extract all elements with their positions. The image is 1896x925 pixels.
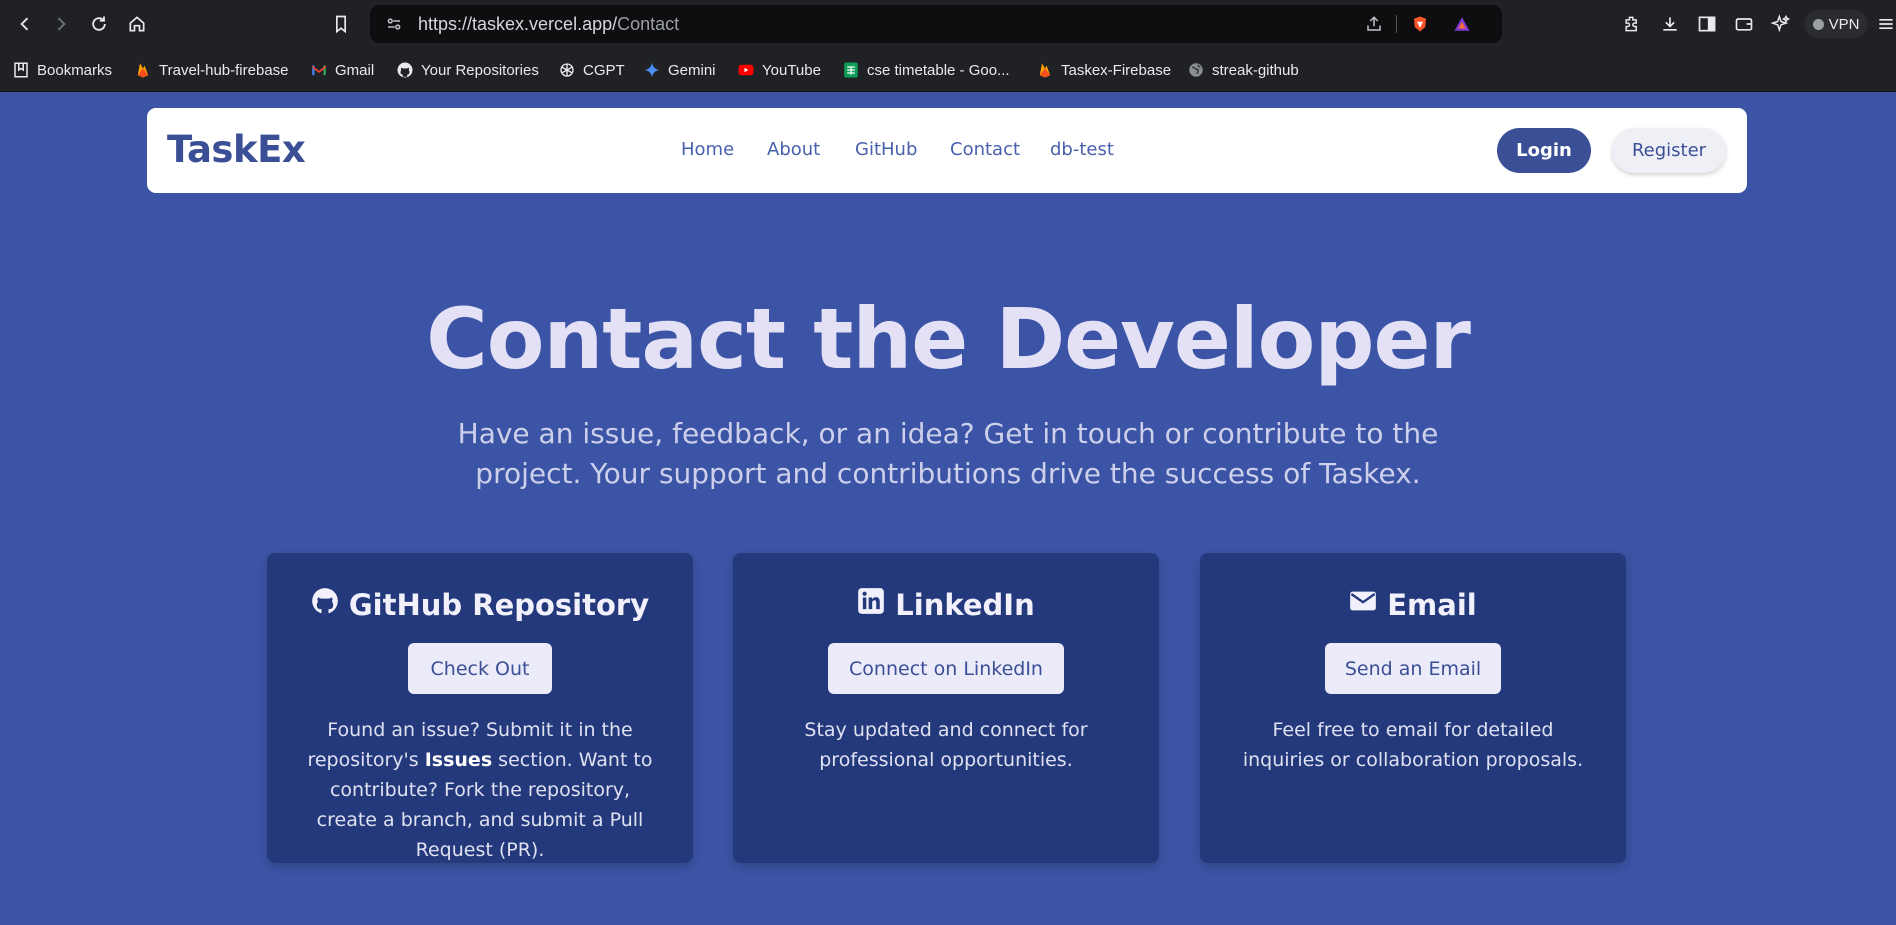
card-heading: GitHub Repository — [267, 587, 693, 622]
card-heading: LinkedIn — [733, 587, 1159, 622]
nav-link-contact[interactable]: Contact — [950, 139, 1020, 160]
chatgpt-icon — [558, 61, 576, 79]
bookmark-item[interactable]: Your Repositories — [396, 58, 539, 82]
gemini-icon — [643, 61, 661, 79]
bookmark-item[interactable]: Travel-hub-firebase — [134, 58, 289, 82]
card-description: Feel free to email for detailed inquirie… — [1242, 719, 1584, 771]
nav-link-db-test[interactable]: db-test — [1050, 139, 1114, 160]
site-logo[interactable]: TaskEx — [167, 128, 306, 171]
bookmarks-icon — [12, 61, 30, 79]
sidebar-icon[interactable] — [1695, 12, 1719, 36]
nav-link-home[interactable]: Home — [681, 139, 734, 160]
nav-link-github[interactable]: GitHub — [855, 139, 917, 160]
github-icon — [311, 587, 339, 622]
site-navbar: TaskEx Home About GitHub Contact db-test… — [147, 108, 1747, 193]
firebase-icon — [1036, 61, 1054, 79]
email-card: Email Send an Email Feel free to email f… — [1200, 553, 1626, 863]
nav-link-about[interactable]: About — [767, 139, 820, 160]
bookmark-label: cse timetable - Goo... — [867, 61, 1010, 79]
login-button[interactable]: Login — [1497, 128, 1591, 173]
bookmark-label: Your Repositories — [421, 61, 539, 79]
card-title: LinkedIn — [895, 587, 1035, 622]
share-icon[interactable] — [1364, 14, 1384, 34]
github-icon — [396, 61, 414, 79]
subtitle-line: Have an issue, feedback, or an idea? Get… — [457, 417, 1439, 450]
reload-button[interactable] — [84, 9, 114, 39]
vpn-label: VPN — [1828, 15, 1860, 33]
vpn-status-icon — [1812, 18, 1824, 30]
bookmark-label: CGPT — [583, 61, 625, 79]
bookmark-item[interactable]: cse timetable - Goo... — [842, 58, 1010, 82]
back-button[interactable] — [10, 9, 40, 39]
bookmark-item[interactable]: Bookmarks — [12, 58, 112, 82]
page-subtitle: Have an issue, feedback, or an idea? Get… — [448, 414, 1448, 494]
firebase-icon — [134, 61, 152, 79]
page-title: Contact the Developer — [426, 290, 1471, 388]
bookmark-label: Taskex-Firebase — [1061, 61, 1172, 79]
bookmark-label: Gmail — [335, 61, 375, 79]
globe-icon — [1187, 61, 1205, 79]
bookmark-label: streak-github — [1212, 61, 1299, 79]
browser-toolbar: https://taskex.vercel.app/Contact VPN — [0, 0, 1896, 48]
downloads-icon[interactable] — [1658, 12, 1682, 36]
card-heading: Email — [1200, 587, 1626, 622]
card-title: GitHub Repository — [348, 587, 650, 622]
leo-ai-icon[interactable] — [1769, 12, 1793, 36]
brave-rewards-icon[interactable] — [1452, 14, 1472, 34]
card-description: Found an issue? Submit it in the reposit… — [297, 715, 663, 865]
bookmarks-bar: Bookmarks Travel-hub-firebase Gmail Your… — [0, 48, 1896, 92]
subtitle-line: project. Your support and contributions … — [475, 457, 1421, 490]
bookmark-page-button[interactable] — [326, 9, 356, 39]
card-description: Stay updated and connect for professiona… — [804, 719, 1088, 771]
bookmark-item[interactable]: Gemini — [643, 58, 716, 82]
connect-linkedin-button[interactable]: Connect on LinkedIn — [828, 643, 1064, 694]
extensions-icon[interactable] — [1620, 12, 1644, 36]
address-bar[interactable]: https://taskex.vercel.app/Contact — [370, 5, 1502, 43]
bookmark-label: Gemini — [668, 61, 716, 79]
url-divider — [1396, 15, 1397, 33]
card-text-bold: Issues — [424, 749, 493, 771]
sheets-icon — [842, 61, 860, 79]
bookmark-item[interactable]: YouTube — [737, 58, 821, 82]
send-email-button[interactable]: Send an Email — [1325, 643, 1501, 694]
site-info-icon[interactable] — [384, 14, 404, 34]
bookmark-item[interactable]: Taskex-Firebase — [1036, 58, 1171, 82]
youtube-icon — [737, 61, 755, 79]
bookmark-item[interactable]: Gmail — [310, 58, 374, 82]
card-title: Email — [1387, 587, 1477, 622]
linkedin-card: LinkedIn Connect on LinkedIn Stay update… — [733, 553, 1159, 863]
bookmark-label: Bookmarks — [37, 61, 113, 79]
bookmark-label: Travel-hub-firebase — [159, 61, 289, 79]
bookmark-label: YouTube — [762, 61, 821, 79]
linkedin-icon — [857, 587, 885, 622]
home-button[interactable] — [122, 9, 152, 39]
wallet-icon[interactable] — [1732, 12, 1756, 36]
url-path: Contact — [617, 14, 680, 34]
gmail-icon — [310, 61, 328, 79]
bookmark-item[interactable]: CGPT — [558, 58, 625, 82]
brave-shields-icon[interactable] — [1410, 14, 1430, 34]
url-host: https://taskex.vercel.app/ — [418, 14, 618, 34]
register-button[interactable]: Register — [1612, 128, 1726, 173]
check-out-button[interactable]: Check Out — [408, 643, 552, 694]
github-card: GitHub Repository Check Out Found an iss… — [267, 553, 693, 863]
bookmark-item[interactable]: streak-github — [1187, 58, 1299, 82]
envelope-icon — [1349, 587, 1377, 622]
url-text[interactable]: https://taskex.vercel.app/Contact — [418, 14, 679, 35]
forward-button[interactable] — [46, 9, 76, 39]
menu-icon[interactable] — [1876, 12, 1896, 36]
vpn-button[interactable]: VPN — [1804, 10, 1868, 38]
